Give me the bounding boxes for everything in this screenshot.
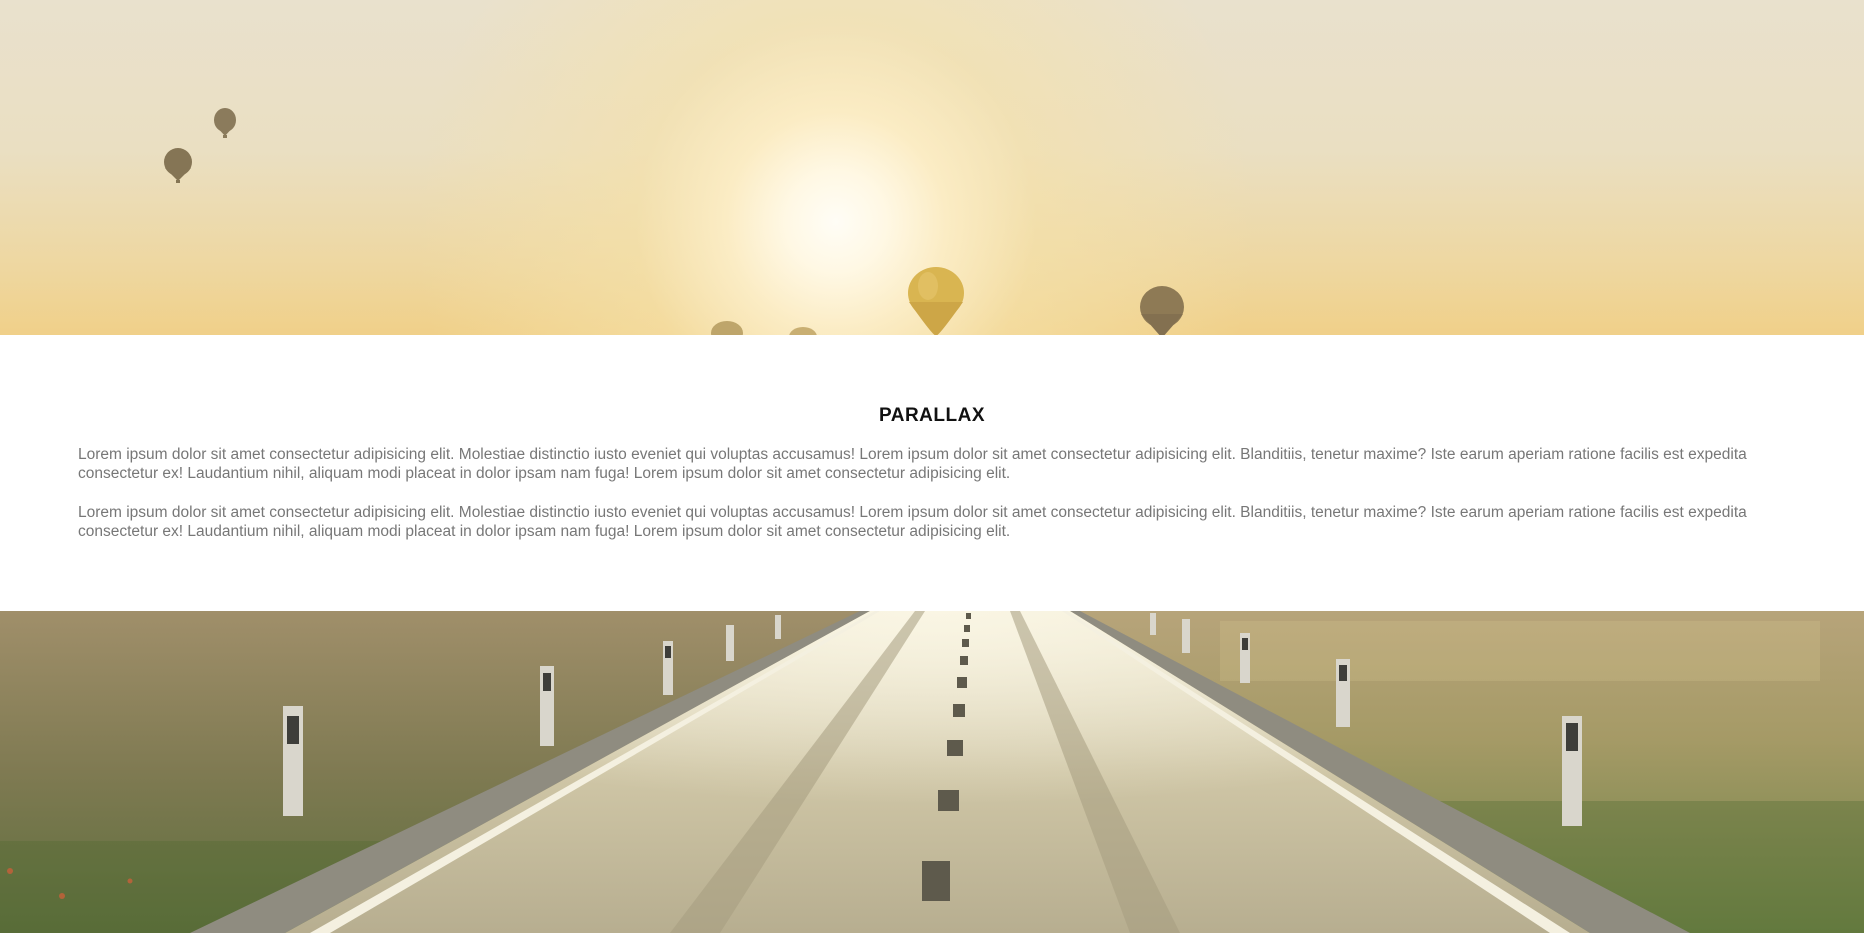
- balloon-icon: [1140, 286, 1184, 335]
- content-section: PARALLAX Lorem ipsum dolor sit amet cons…: [0, 335, 1864, 611]
- balloon-icon: [711, 321, 743, 335]
- balloon-icon: [214, 108, 236, 138]
- parallax-image-top: [0, 0, 1864, 335]
- balloon-icon: [789, 327, 817, 335]
- section-paragraph: Lorem ipsum dolor sit amet consectetur a…: [78, 504, 1747, 540]
- country-road-photo: [0, 611, 1864, 933]
- parallax-page: PARALLAX Lorem ipsum dolor sit amet cons…: [0, 0, 1864, 933]
- parallax-image-bottom: [0, 611, 1864, 933]
- section-paragraph: Lorem ipsum dolor sit amet consectetur a…: [78, 446, 1747, 482]
- sunset-balloons-photo: [164, 108, 1184, 335]
- balloon-icon: [164, 148, 192, 183]
- section-title: PARALLAX: [878, 405, 986, 426]
- balloon-icon: [908, 267, 964, 335]
